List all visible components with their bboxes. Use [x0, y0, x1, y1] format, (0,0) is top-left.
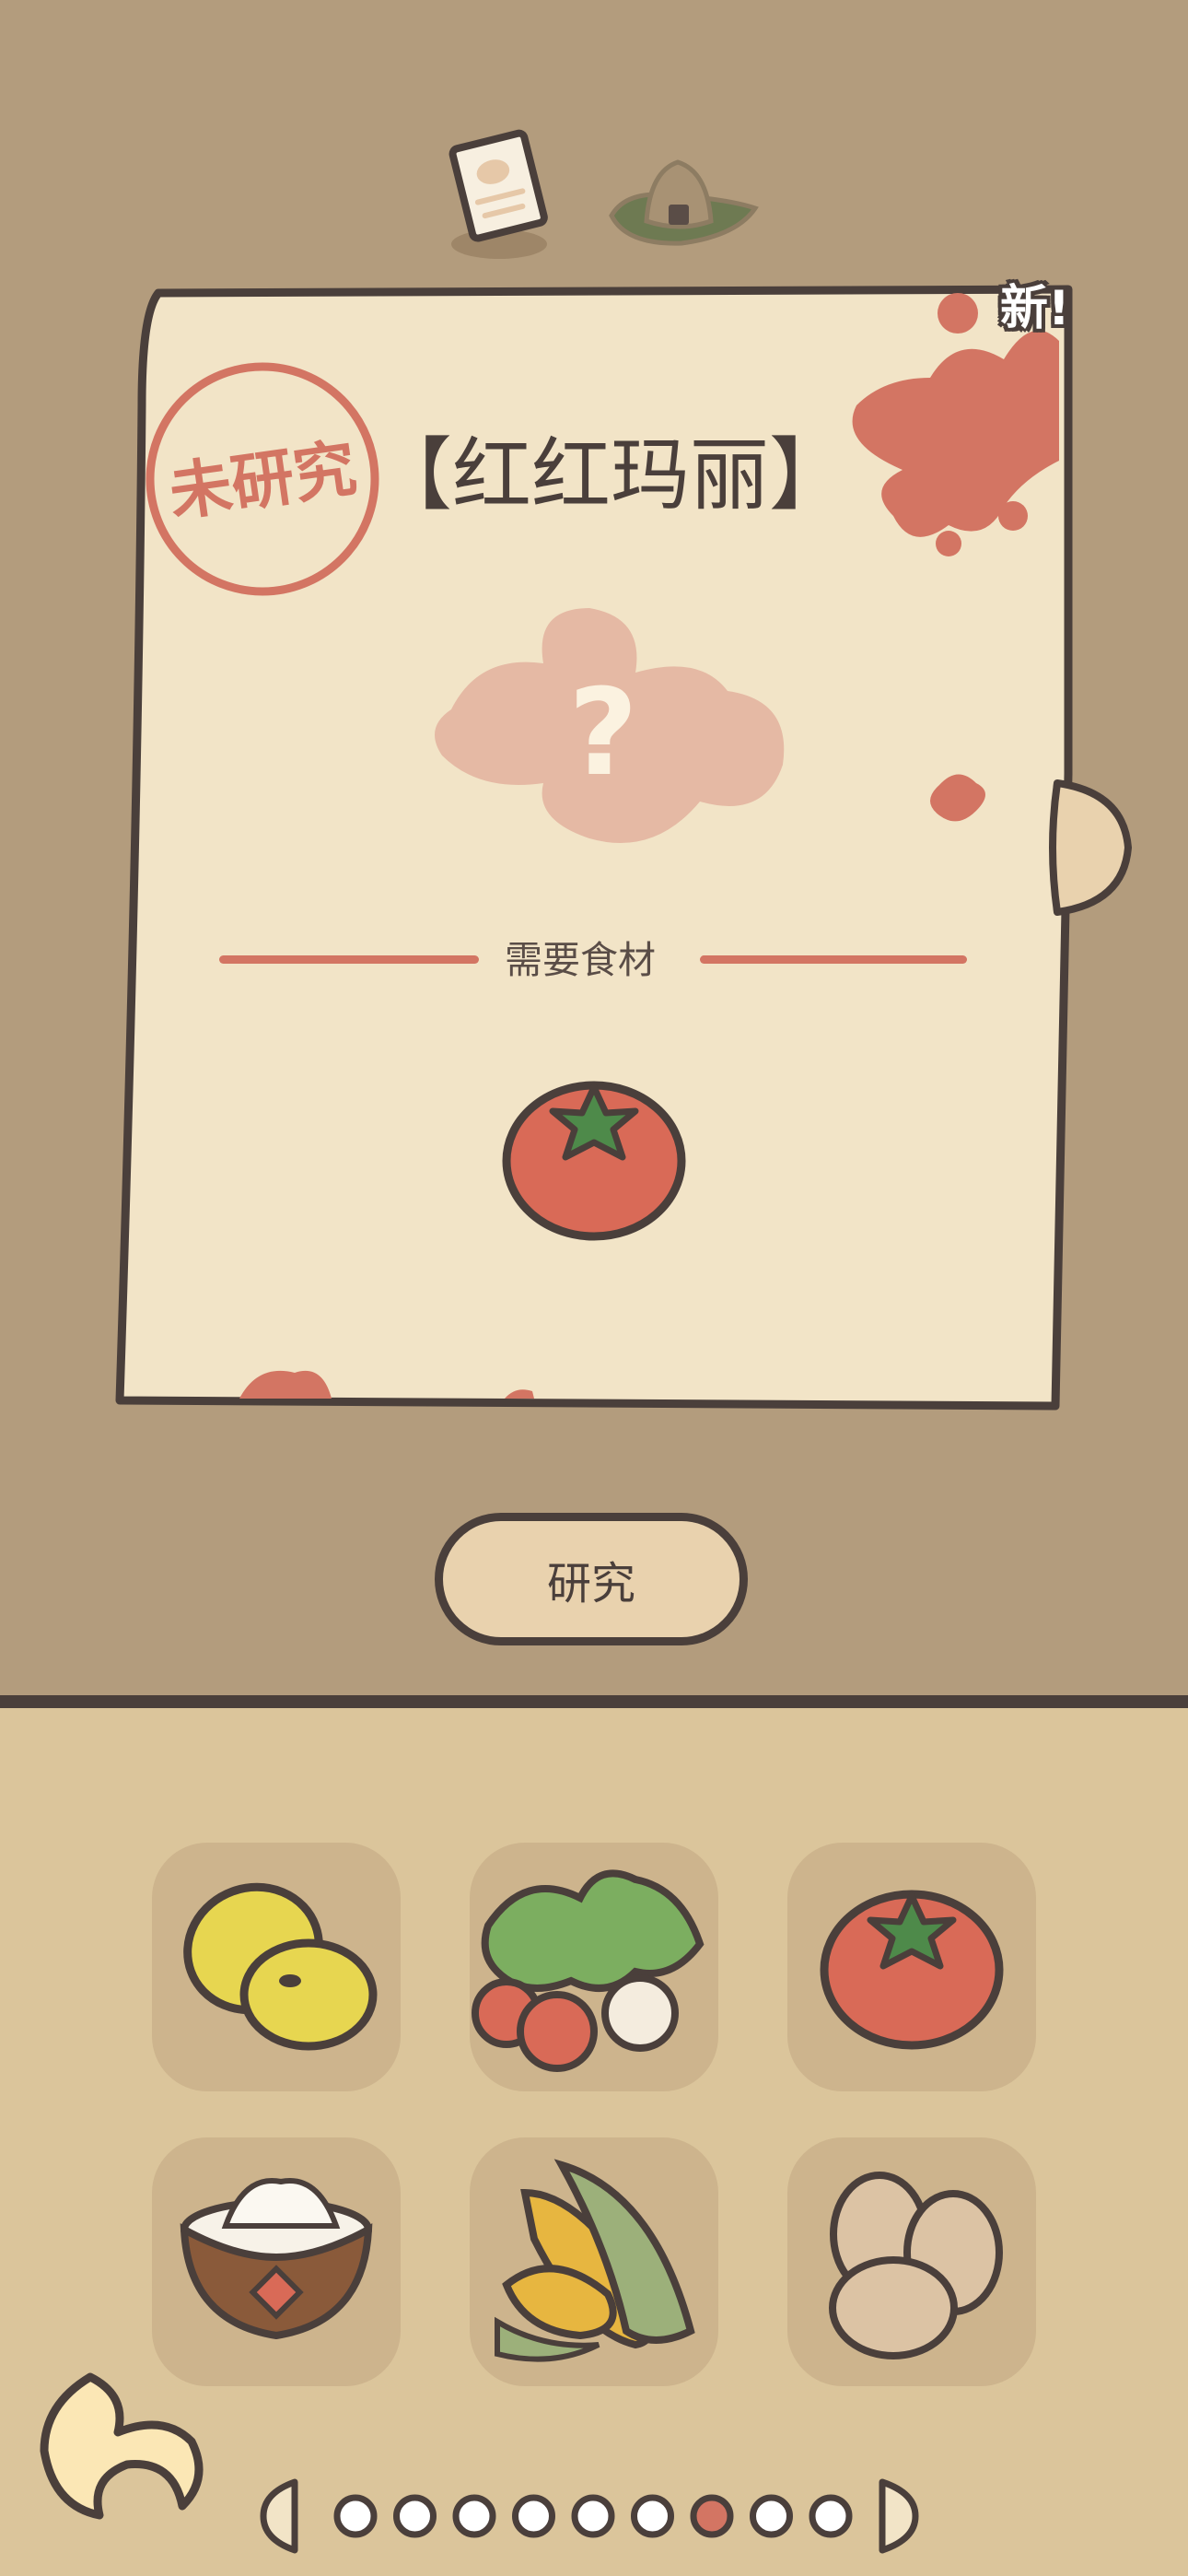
- page-dot-3[interactable]: [452, 2494, 496, 2538]
- back-arrow-icon: [40, 2372, 204, 2520]
- recipe-note-icon[interactable]: [433, 129, 562, 267]
- svg-text:?: ?: [568, 662, 637, 802]
- divider-right: [700, 955, 967, 964]
- onigiri-icon[interactable]: [599, 144, 764, 254]
- corn-icon: [495, 2159, 695, 2362]
- recipe-title: 【红红玛丽】: [373, 429, 848, 521]
- egg-icon: [829, 2172, 1003, 2359]
- inventory-slot-tomato[interactable]: [787, 1843, 1036, 2091]
- stamp-text: 未研究: [165, 432, 361, 531]
- pagination: [258, 2475, 939, 2558]
- page-prev-button[interactable]: [260, 2478, 298, 2554]
- tomato-icon: [497, 1069, 691, 1244]
- page-dot-6[interactable]: [631, 2494, 674, 2538]
- side-tab-handle[interactable]: [1041, 774, 1133, 921]
- page-dot-8[interactable]: [750, 2494, 793, 2538]
- divider-left: [219, 955, 479, 964]
- inventory-slot-egg[interactable]: [787, 2137, 1036, 2386]
- research-button[interactable]: 研究: [435, 1513, 748, 1645]
- page-dot-5[interactable]: [571, 2494, 615, 2538]
- inventory-slot-flour-bowl[interactable]: [152, 2137, 401, 2386]
- new-badge: 新!: [1000, 281, 1070, 336]
- page-dot-2[interactable]: [393, 2494, 437, 2538]
- tomato-icon: [820, 1890, 1004, 2050]
- page-dot-9[interactable]: [809, 2494, 853, 2538]
- page-dot-4[interactable]: [512, 2494, 555, 2538]
- ingredients-label: 需要食材: [505, 938, 656, 982]
- page-dot-1[interactable]: [333, 2494, 378, 2538]
- page-dot-7[interactable]: [690, 2494, 734, 2538]
- unresearched-stamp: 未研究: [138, 355, 387, 603]
- page-next-button[interactable]: [879, 2478, 919, 2554]
- inventory-slot-radish[interactable]: [470, 1843, 718, 2091]
- inventory-slot-corn[interactable]: [470, 2137, 718, 2386]
- radish-icon: [472, 1869, 705, 2072]
- question-mark-icon: ?: [424, 599, 792, 857]
- back-button[interactable]: [35, 2368, 210, 2524]
- flour-bowl-icon: [180, 2178, 373, 2340]
- inventory-slot-lemon[interactable]: [152, 1843, 401, 2091]
- panel-divider: [0, 1695, 1188, 1708]
- lemon-icon: [183, 1882, 378, 2051]
